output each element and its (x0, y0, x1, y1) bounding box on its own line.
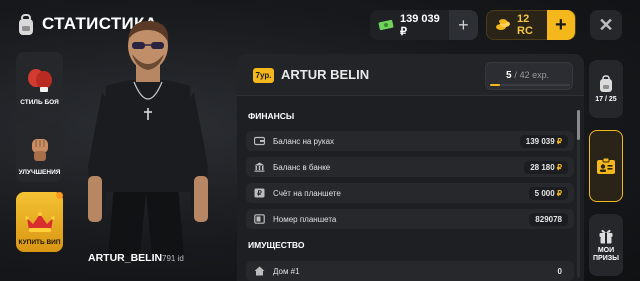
finance-row-bank: Баланс в банке 28 180 ₽ (246, 157, 574, 177)
tablet-icon (254, 214, 265, 224)
profile-header: 7ур. ARTUR BELIN 5 / 42 exp. (237, 54, 584, 96)
my-prizes-button[interactable]: МОИ ПРИЗЫ (589, 214, 623, 276)
gift-icon (598, 228, 614, 244)
finance-row-label: Баланс на руках (273, 136, 335, 146)
finance-row-value: 139 039 ₽ (519, 134, 568, 148)
id-card-icon (596, 157, 616, 175)
exp-progress-bar (490, 84, 570, 86)
add-rc-button[interactable]: + (546, 10, 575, 40)
inventory-button[interactable]: 17 / 25 (589, 60, 623, 118)
finance-row-label: Баланс в банке (273, 162, 331, 172)
fight-style-label: СТИЛЬ БОЯ (20, 99, 59, 106)
fight-style-button[interactable]: СТИЛЬ БОЯ (16, 52, 63, 112)
property-row-label: Дом #1 (273, 266, 300, 276)
coins-icon (495, 18, 511, 32)
finance-row-tablet-number: Номер планшета 829078 (246, 209, 574, 229)
close-button[interactable]: ✕ (590, 10, 622, 40)
stats-panel: 7ур. ARTUR BELIN 5 / 42 exp. ФИНАНСЫ Бал… (237, 54, 584, 281)
player-name: ARTUR BELIN (281, 67, 370, 82)
finance-row-label: Счёт на планшете (273, 188, 341, 198)
finance-row-value: 5 000 ₽ (528, 186, 568, 200)
finances-title: ФИНАНСЫ (248, 111, 295, 121)
finance-row-value: 829078 (529, 212, 568, 226)
add-money-button[interactable]: + (448, 10, 478, 40)
bank-icon (254, 162, 265, 172)
buy-vip-button[interactable]: КУПИТЬ ВИП (16, 192, 63, 252)
property-title: ИМУЩЕСТВО (248, 240, 305, 250)
scrollbar-thumb[interactable] (577, 110, 580, 140)
rc-balance: 12 RC + (486, 10, 576, 40)
exp-progress-fill (490, 84, 500, 86)
upgrades-button[interactable]: УЛУЧШЕНИЯ (16, 122, 63, 182)
finance-row-cash: Баланс на руках 139 039 ₽ (246, 131, 574, 151)
my-prizes-label: МОИ ПРИЗЫ (593, 246, 619, 262)
stats-tab-button[interactable] (589, 130, 623, 202)
fist-icon (27, 135, 53, 163)
experience-text: 5 / 42 exp. (506, 70, 549, 81)
exp-current: 5 (506, 70, 512, 81)
buy-vip-label: КУПИТЬ ВИП (18, 239, 61, 246)
tablet-account-icon: ₽ (254, 188, 265, 198)
exp-total: 42 exp. (519, 70, 550, 80)
property-row-house[interactable]: Дом #1 0 (246, 261, 574, 281)
backpack-icon (16, 14, 36, 36)
finance-row-tablet-account: ₽ Счёт на планшете 5 000 ₽ (246, 183, 574, 203)
rc-value: 12 RC (517, 13, 533, 37)
finance-row-value: 28 180 ₽ (524, 160, 568, 174)
close-icon: ✕ (598, 14, 614, 35)
cash-icon (378, 19, 394, 31)
experience-box: 5 / 42 exp. (485, 62, 573, 90)
house-icon (254, 266, 265, 276)
backpack-icon (598, 74, 614, 93)
money-balance: 139 039 ₽ + (370, 10, 478, 40)
scrollbar[interactable] (577, 110, 580, 278)
money-value: 139 039 ₽ (400, 12, 440, 38)
svg-text:₽: ₽ (257, 190, 262, 198)
character-name: ARTUR_BELIN (88, 252, 163, 264)
finance-row-label: Номер планшета (273, 214, 337, 224)
exp-separator: / (514, 70, 517, 80)
upgrades-label: УЛУЧШЕНИЯ (18, 169, 61, 176)
level-badge: 7ур. (253, 68, 274, 83)
character-model (78, 16, 218, 256)
character-id: 791 id (162, 254, 184, 263)
wallet-icon (254, 136, 265, 146)
inventory-count: 17 / 25 (595, 95, 617, 103)
property-row-value: 0 (557, 266, 562, 276)
notification-dot (56, 192, 63, 199)
crown-icon (24, 210, 56, 234)
boxing-gloves-icon (25, 67, 55, 93)
